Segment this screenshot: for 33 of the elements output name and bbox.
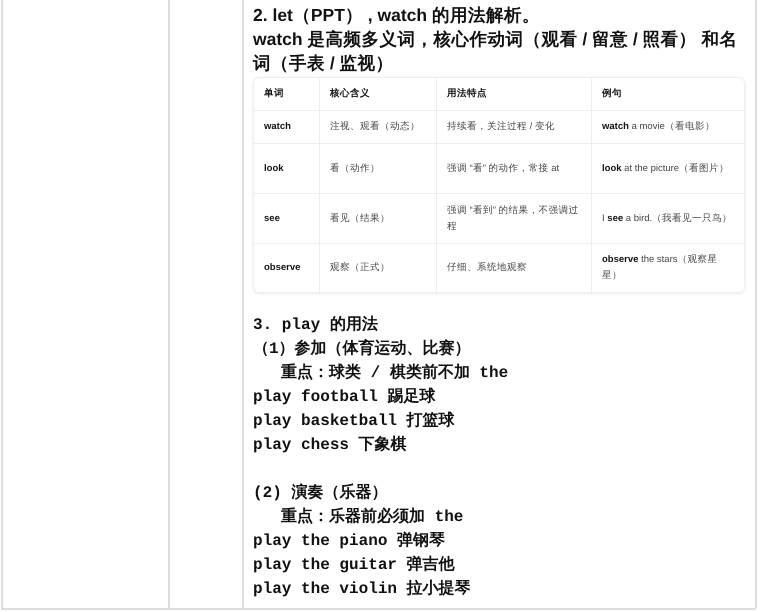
usage-label: (2) 演奏（乐器） bbox=[253, 482, 388, 504]
usage-label: （1）参加（体育运动、比赛） bbox=[253, 338, 472, 360]
example-phrase: play the guitar 弹吉他 bbox=[253, 554, 456, 576]
table-cell: 看见（结果） bbox=[319, 193, 436, 243]
table-cell: 持续看，关注过程 / 变化 bbox=[436, 110, 591, 143]
example-phrase: play the piano 弹钢琴 bbox=[253, 530, 446, 552]
table-cell: watch bbox=[254, 110, 319, 143]
table-cell: 强调 “看到” 的结果，不强调过程 bbox=[436, 193, 591, 243]
table-header-cell: 核心含义 bbox=[319, 78, 436, 110]
example-phrase: play football 踢足球 bbox=[253, 386, 436, 408]
usage-note: 重点：乐器前必须加 the bbox=[280, 506, 464, 528]
table-cell: 注视、观看（动态） bbox=[319, 110, 436, 143]
table-cell: 看（动作） bbox=[319, 143, 436, 193]
table-cell: watch a movie（看电影） bbox=[591, 110, 744, 143]
example-phrase: play basketball 打篮球 bbox=[253, 410, 456, 432]
table-header-cell: 例句 bbox=[591, 78, 744, 110]
table-cell: I see a bird.（我看见一只鸟） bbox=[591, 193, 744, 243]
table-cell: look at the picture（看图片） bbox=[591, 143, 744, 193]
heading-text: watch 是高频多义词，核心作动词（观看 / 留意 / 照看） 和名词（手表 / 监视） bbox=[253, 28, 738, 75]
table-cell: see bbox=[254, 193, 319, 243]
table-header-cell: 用法特点 bbox=[436, 78, 591, 110]
table-header-cell-text: 单词 bbox=[263, 87, 285, 101]
example-phrase: play chess 下象棋 bbox=[253, 434, 408, 456]
usage-note: 重点：球类 / 棋类前不加 the bbox=[280, 362, 510, 384]
table-cell: look bbox=[254, 143, 319, 193]
table-cell: observe bbox=[254, 243, 319, 292]
table-cell: 仔细、系统地观察 bbox=[436, 243, 591, 292]
table-cell: 观察（正式） bbox=[319, 243, 436, 292]
heading-text: 2. let（PPT） , watch 的用法解析。 bbox=[253, 4, 541, 27]
table-cell: observe the stars（观察星星） bbox=[591, 243, 744, 292]
section-title: 3. play 的用法 bbox=[253, 314, 379, 336]
table-cell: 强调 “看” 的动作，常接 at bbox=[436, 143, 591, 193]
example-phrase: play the violin 拉小提琴 bbox=[253, 578, 472, 600]
